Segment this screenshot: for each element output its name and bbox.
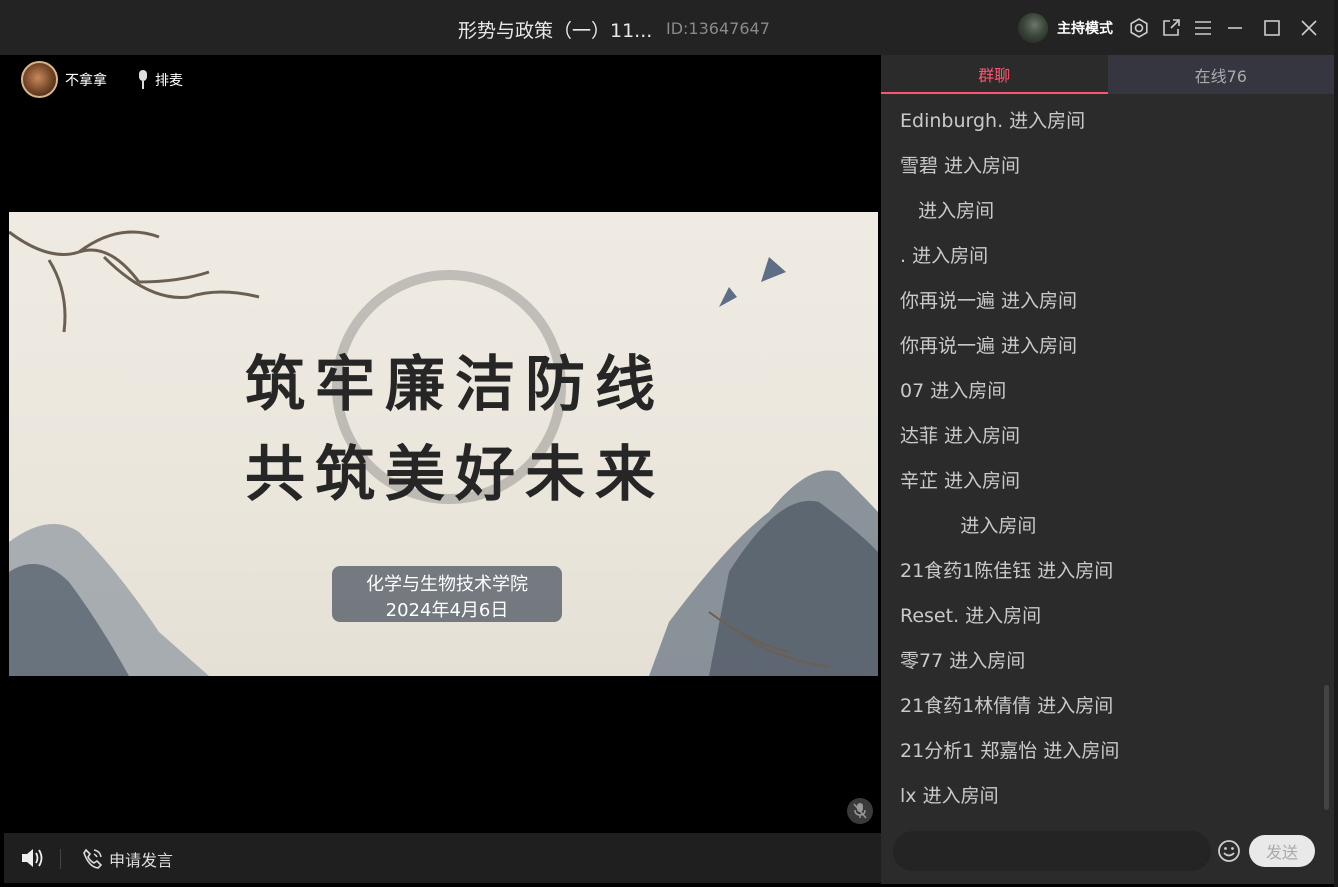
room-id: ID:13647647 bbox=[666, 19, 770, 38]
chat-input[interactable] bbox=[893, 831, 1211, 871]
microphone-icon bbox=[139, 70, 147, 89]
host-avatar[interactable] bbox=[1018, 13, 1048, 43]
tab-group-chat[interactable]: 群聊 bbox=[881, 55, 1108, 94]
desktop-edge bbox=[1334, 0, 1338, 887]
list-item: 21食药1林倩倩 进入房间 bbox=[900, 695, 1114, 717]
list-item: lx 进入房间 bbox=[900, 785, 999, 807]
list-item: 21食药1陈佳钰 进入房间 bbox=[900, 560, 1114, 582]
chat-tabs: 群聊 在线76 bbox=[881, 55, 1334, 94]
list-item: 雪碧 进入房间 bbox=[900, 155, 1021, 177]
speaker-name: 不拿拿 bbox=[65, 73, 107, 89]
list-item: 辛芷 进入房间 bbox=[900, 470, 1021, 492]
slide-caption: 化学与生物技术学院 2024年4月6日 bbox=[332, 566, 562, 622]
window-title: 形势与政策（一）11... bbox=[458, 20, 653, 42]
slide-date: 2024年4月6日 bbox=[385, 600, 509, 621]
chat-scrollbar[interactable] bbox=[1324, 685, 1329, 810]
list-item: Edinburgh. 进入房间 bbox=[900, 110, 1086, 132]
popout-icon[interactable] bbox=[1158, 15, 1184, 41]
volume-icon[interactable] bbox=[20, 847, 44, 873]
shared-slide: 筑牢廉洁防线 共筑美好未来 化学与生物技术学院 2024年4月6日 bbox=[9, 212, 878, 676]
close-icon[interactable] bbox=[1296, 15, 1322, 41]
maximize-icon[interactable] bbox=[1259, 15, 1285, 41]
list-item: 进入房间 bbox=[900, 200, 995, 222]
apply-to-speak-label: 申请发言 bbox=[109, 851, 174, 870]
menu-icon[interactable] bbox=[1190, 15, 1216, 41]
chat-input-row: 发送 bbox=[893, 831, 1321, 871]
bottom-control-bar: 申请发言 bbox=[4, 833, 881, 883]
queue-button[interactable]: 排麦 bbox=[137, 70, 183, 90]
divider bbox=[60, 849, 61, 869]
list-item: 达菲 进入房间 bbox=[900, 425, 1021, 447]
phone-icon bbox=[83, 848, 103, 869]
title-bar: 形势与政策（一）11... ID:13647647 主持模式 bbox=[0, 0, 1338, 55]
host-mode-label[interactable]: 主持模式 bbox=[1057, 18, 1113, 38]
queue-label: 排麦 bbox=[155, 73, 183, 89]
list-item: 你再说一遍 进入房间 bbox=[900, 335, 1078, 357]
list-item: . 进入房间 bbox=[900, 245, 989, 267]
settings-icon[interactable] bbox=[1126, 15, 1152, 41]
tab-online[interactable]: 在线76 bbox=[1107, 55, 1334, 94]
message-list[interactable]: Edinburgh. 进入房间 雪碧 进入房间 进入房间 . 进入房间 你再说一… bbox=[881, 99, 1326, 819]
mic-muted-icon[interactable] bbox=[847, 798, 873, 824]
apply-to-speak-button[interactable]: 申请发言 bbox=[81, 847, 173, 871]
video-stage: 不拿拿 排麦 筑牢廉洁防线 共筑美好未来 化学与生物技术学院 2024年4月6日 bbox=[4, 55, 881, 833]
slide-title-line1: 筑牢廉洁防线 bbox=[245, 350, 665, 420]
send-button[interactable]: 发送 bbox=[1249, 835, 1315, 867]
list-item: 07 进入房间 bbox=[900, 380, 1007, 402]
speaker-avatar[interactable] bbox=[21, 61, 58, 98]
list-item: Reset. 进入房间 bbox=[900, 605, 1042, 627]
chat-panel: 群聊 在线76 Edinburgh. 进入房间 雪碧 进入房间 进入房间 . 进… bbox=[881, 55, 1334, 884]
slide-org: 化学与生物技术学院 bbox=[366, 574, 528, 595]
list-item: 你再说一遍 进入房间 bbox=[900, 290, 1078, 312]
list-item: 零77 进入房间 bbox=[900, 650, 1026, 672]
slide-title-line2: 共筑美好未来 bbox=[245, 440, 665, 510]
list-item: 21分析1 郑嘉怡 进入房间 bbox=[900, 740, 1120, 762]
minimize-icon[interactable] bbox=[1222, 15, 1248, 41]
list-item: 进入房间 bbox=[900, 515, 1037, 537]
emoji-icon[interactable] bbox=[1217, 839, 1241, 867]
